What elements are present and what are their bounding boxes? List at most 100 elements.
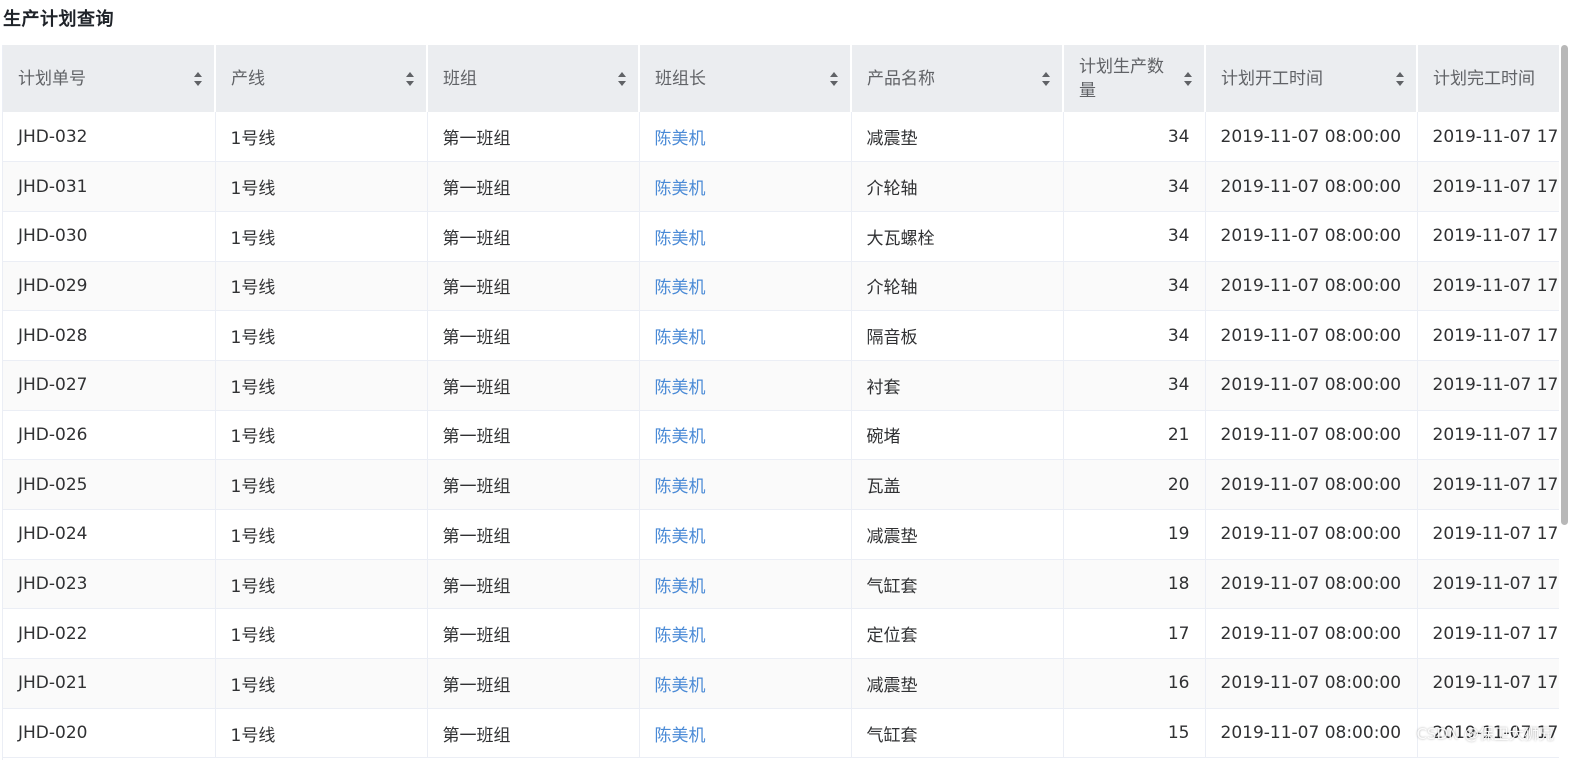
- table-row[interactable]: JHD-032 1号线 第一班组 陈美机 减震垫 34 2019-11-07 08:00:0…: [3, 112, 1559, 163]
- cell-team-leader-link[interactable]: 陈美机: [639, 658, 852, 709]
- table-row[interactable]: JHD-031 1号线 第一班组 陈美机 介轮轴 34 2019-11-07 08:00:0…: [3, 161, 1559, 212]
- cell-team-leader-link[interactable]: 陈美机: [639, 459, 852, 510]
- table-row[interactable]: JHD-021 1号线 第一班组 陈美机 减震垫 16 2019-11-07 08:00:0…: [3, 658, 1559, 709]
- table-row[interactable]: JHD-025 1号线 第一班组 陈美机 瓦盖 20 2019-11-07 08:00:00…: [3, 459, 1559, 510]
- cell-planned-qty: 34: [1063, 161, 1206, 212]
- column-header-label: 计划单号: [18, 68, 86, 89]
- watermark: CSDN @保卫大狮兄: [1416, 725, 1554, 743]
- cell-team-leader-link[interactable]: 陈美机: [639, 161, 852, 212]
- cell-team-leader-link[interactable]: 陈美机: [639, 608, 852, 660]
- cell-team-leader-link[interactable]: 陈美机: [639, 708, 852, 759]
- cell-planned-qty: 17: [1063, 608, 1206, 660]
- table-row[interactable]: JHD-022 1号线 第一班组 陈美机 定位套 17 2019-11-07 08:00:0…: [3, 608, 1559, 660]
- column-header-team-leader[interactable]: 班组长: [639, 45, 852, 112]
- table-row[interactable]: JHD-028 1号线 第一班组 陈美机 隔音板 34 2019-11-07 08:00:0…: [3, 310, 1559, 361]
- cell-product-name: 碗堵: [851, 410, 1064, 461]
- page: 生产计划查询 计划单号 产线 班组 班组长 产品名称 计划生产数量 计划开工时间…: [0, 0, 1594, 760]
- page-title: 生产计划查询: [3, 9, 114, 30]
- table-row[interactable]: JHD-029 1号线 第一班组 陈美机 介轮轴 34 2019-11-07 08:00:0…: [3, 261, 1559, 312]
- cell-plan-no: JHD-032: [3, 112, 216, 163]
- column-header-label: 产线: [231, 68, 265, 89]
- cell-plan-no: JHD-025: [3, 459, 216, 510]
- data-table: 计划单号 产线 班组 班组长 产品名称 计划生产数量 计划开工时间 计划完工时间…: [3, 45, 1559, 759]
- cell-plan-no: JHD-021: [3, 658, 216, 709]
- column-header-label: 计划开工时间: [1221, 68, 1323, 89]
- cell-team: 第一班组: [427, 310, 640, 361]
- column-header-planned-end[interactable]: 计划完工时间: [1417, 45, 1559, 112]
- cell-team: 第一班组: [427, 112, 640, 163]
- cell-team-leader-link[interactable]: 陈美机: [639, 509, 852, 560]
- column-header-team[interactable]: 班组: [427, 45, 640, 112]
- column-header-product-name[interactable]: 产品名称: [851, 45, 1064, 112]
- cell-plan-no: JHD-020: [3, 708, 216, 759]
- cell-planned-end: 2019-11-07 17:: [1417, 161, 1559, 212]
- sort-icon[interactable]: [1184, 71, 1192, 86]
- cell-team: 第一班组: [427, 559, 640, 610]
- table-header-row: 计划单号 产线 班组 班组长 产品名称 计划生产数量 计划开工时间 计划完工时间: [3, 45, 1559, 112]
- cell-planned-start: 2019-11-07 08:00:00: [1205, 459, 1418, 510]
- cell-planned-qty: 16: [1063, 658, 1206, 709]
- column-header-line[interactable]: 产线: [215, 45, 428, 112]
- cell-line: 1号线: [215, 658, 428, 709]
- table-row[interactable]: JHD-020 1号线 第一班组 陈美机 气缸套 15 2019-11-07 08:00:0…: [3, 708, 1559, 759]
- cell-planned-qty: 15: [1063, 708, 1206, 759]
- cell-product-name: 瓦盖: [851, 459, 1064, 510]
- production-plan-table: 计划单号 产线 班组 班组长 产品名称 计划生产数量 计划开工时间 计划完工时间…: [2, 45, 1559, 760]
- cell-planned-qty: 34: [1063, 211, 1206, 262]
- cell-team-leader-link[interactable]: 陈美机: [639, 112, 852, 163]
- cell-planned-end: 2019-11-07 17:: [1417, 410, 1559, 461]
- table-row[interactable]: JHD-030 1号线 第一班组 陈美机 大瓦螺栓 34 2019-11-07 08:00:…: [3, 211, 1559, 262]
- sort-icon[interactable]: [1396, 71, 1404, 86]
- table-row[interactable]: JHD-024 1号线 第一班组 陈美机 减震垫 19 2019-11-07 08:00:0…: [3, 509, 1559, 560]
- cell-team: 第一班组: [427, 459, 640, 510]
- column-header-planned-qty[interactable]: 计划生产数量: [1063, 45, 1206, 112]
- cell-team-leader-link[interactable]: 陈美机: [639, 410, 852, 461]
- cell-planned-qty: 20: [1063, 459, 1206, 510]
- cell-team-leader-link[interactable]: 陈美机: [639, 211, 852, 262]
- cell-team: 第一班组: [427, 608, 640, 660]
- cell-team-leader-link[interactable]: 陈美机: [639, 310, 852, 361]
- cell-team: 第一班组: [427, 261, 640, 312]
- cell-team-leader-link[interactable]: 陈美机: [639, 559, 852, 610]
- cell-product-name: 定位套: [851, 608, 1064, 660]
- cell-line: 1号线: [215, 559, 428, 610]
- sort-icon[interactable]: [1042, 71, 1050, 86]
- cell-planned-start: 2019-11-07 08:00:00: [1205, 708, 1418, 759]
- cell-line: 1号线: [215, 608, 428, 660]
- table-body: JHD-032 1号线 第一班组 陈美机 减震垫 34 2019-11-07 08:00:0…: [3, 112, 1559, 759]
- cell-plan-no: JHD-022: [3, 608, 216, 660]
- cell-planned-end: 2019-11-07 17:: [1417, 261, 1559, 312]
- table-row[interactable]: JHD-026 1号线 第一班组 陈美机 碗堵 21 2019-11-07 08:00:00…: [3, 410, 1559, 461]
- cell-team: 第一班组: [427, 161, 640, 212]
- cell-planned-end: 2019-11-07 17:: [1417, 112, 1559, 163]
- cell-team-leader-link[interactable]: 陈美机: [639, 360, 852, 411]
- cell-team: 第一班组: [427, 708, 640, 759]
- sort-icon[interactable]: [618, 71, 626, 86]
- cell-planned-end: 2019-11-07 17:: [1417, 211, 1559, 262]
- sort-icon[interactable]: [830, 71, 838, 86]
- cell-plan-no: JHD-024: [3, 509, 216, 560]
- table-row[interactable]: JHD-027 1号线 第一班组 陈美机 衬套 34 2019-11-07 08:00:00…: [3, 360, 1559, 411]
- cell-line: 1号线: [215, 509, 428, 560]
- cell-plan-no: JHD-030: [3, 211, 216, 262]
- cell-plan-no: JHD-027: [3, 360, 216, 411]
- cell-planned-start: 2019-11-07 08:00:00: [1205, 261, 1418, 312]
- vertical-scrollbar[interactable]: [1561, 45, 1568, 525]
- sort-icon[interactable]: [406, 71, 414, 86]
- cell-product-name: 大瓦螺栓: [851, 211, 1064, 262]
- cell-line: 1号线: [215, 261, 428, 312]
- sort-icon[interactable]: [194, 71, 202, 86]
- cell-product-name: 介轮轴: [851, 261, 1064, 312]
- cell-planned-end: 2019-11-07 17:: [1417, 608, 1559, 660]
- column-header-plan-no[interactable]: 计划单号: [3, 45, 216, 112]
- cell-product-name: 隔音板: [851, 310, 1064, 361]
- cell-planned-end: 2019-11-07 17:: [1417, 509, 1559, 560]
- cell-planned-qty: 34: [1063, 360, 1206, 411]
- cell-planned-qty: 21: [1063, 410, 1206, 461]
- cell-plan-no: JHD-026: [3, 410, 216, 461]
- cell-planned-end: 2019-11-07 17:: [1417, 310, 1559, 361]
- cell-team: 第一班组: [427, 360, 640, 411]
- cell-team-leader-link[interactable]: 陈美机: [639, 261, 852, 312]
- table-row[interactable]: JHD-023 1号线 第一班组 陈美机 气缸套 18 2019-11-07 08:00:0…: [3, 559, 1559, 610]
- column-header-planned-start[interactable]: 计划开工时间: [1205, 45, 1418, 112]
